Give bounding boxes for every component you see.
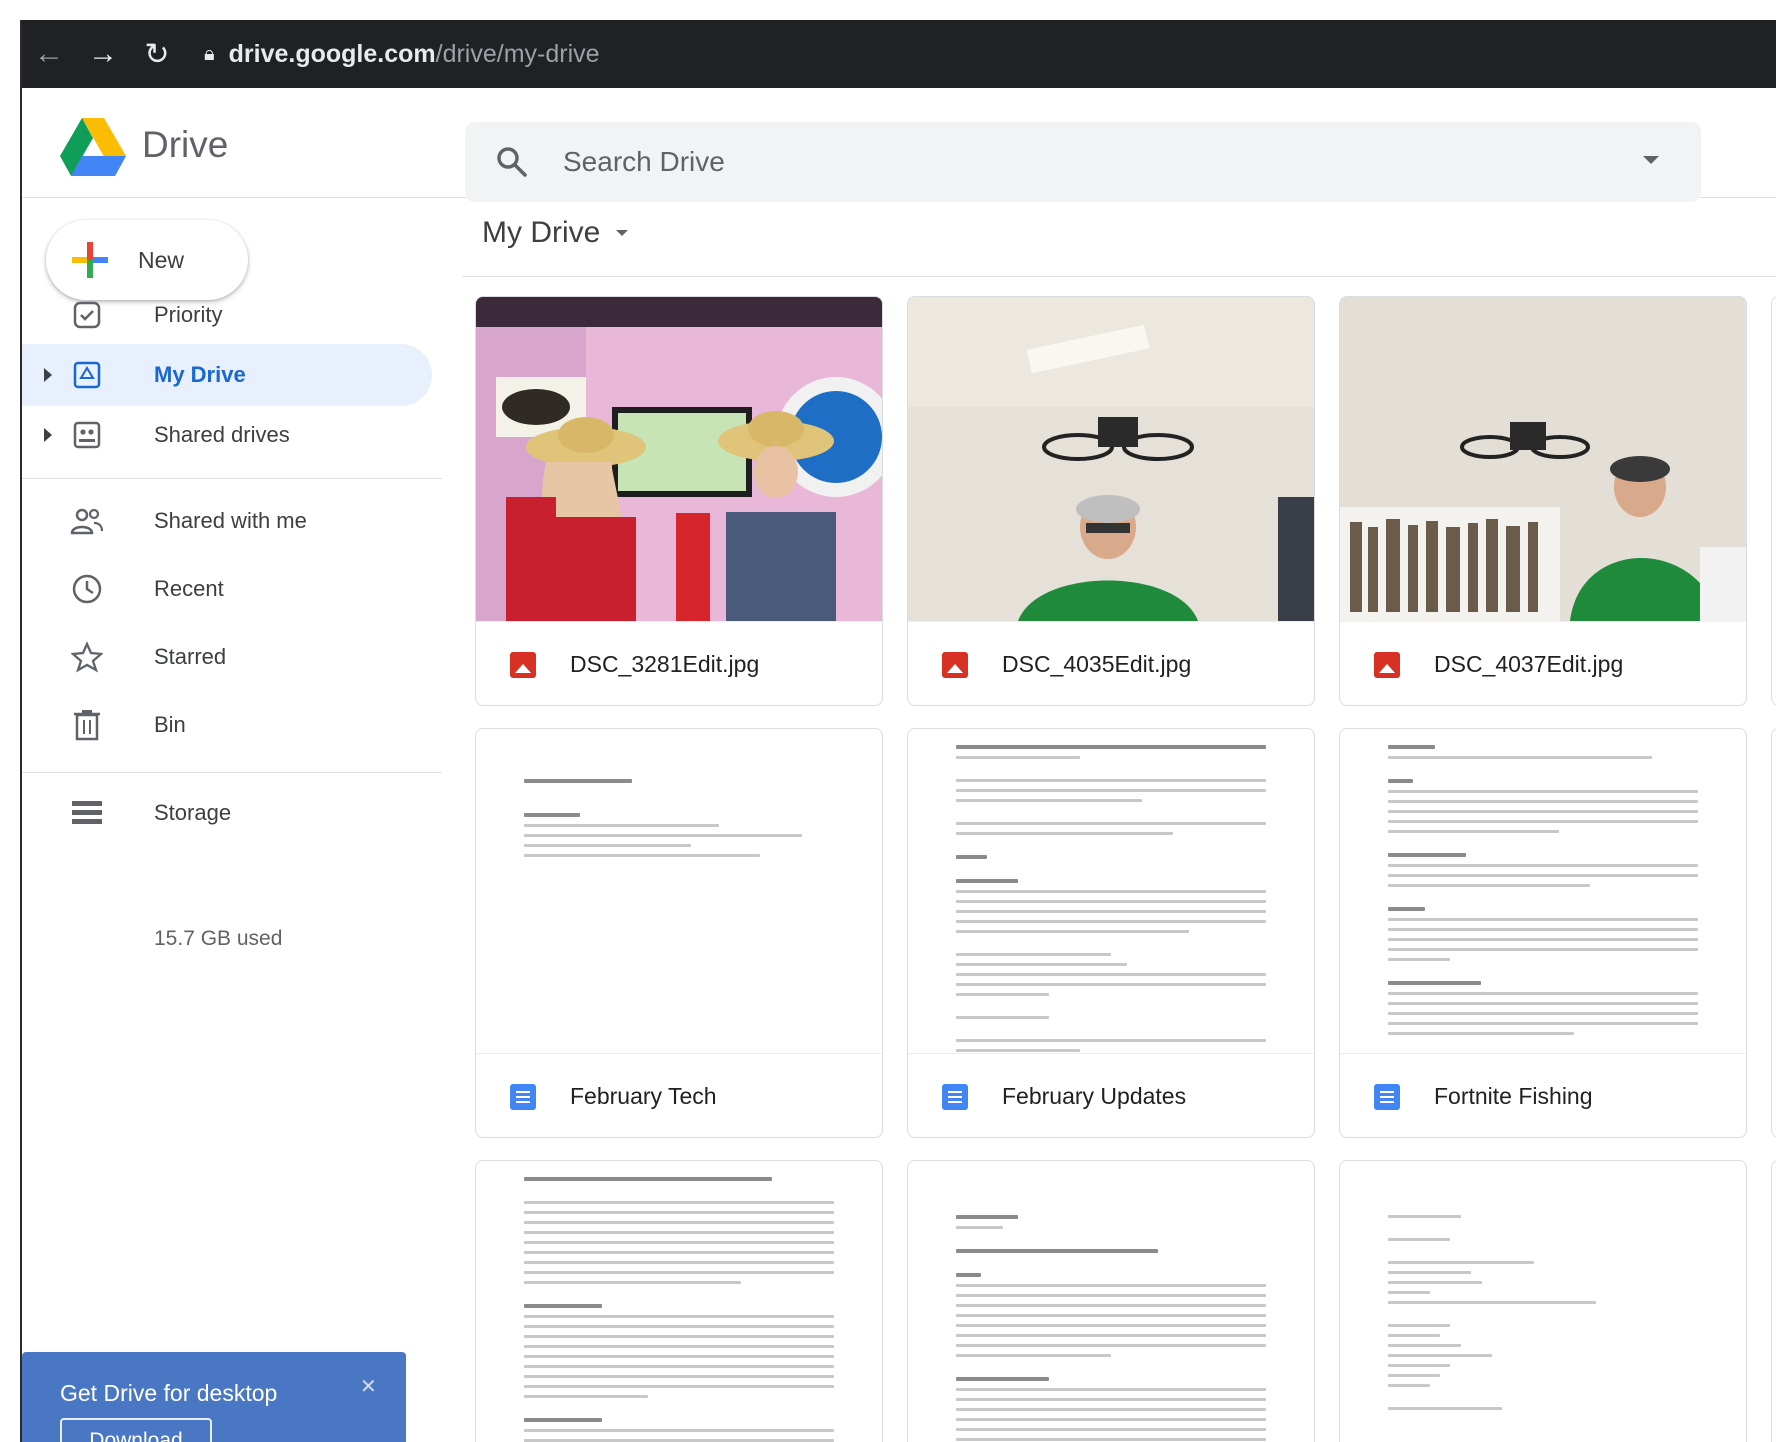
search-icon[interactable] [495,145,529,179]
file-name: Fortnite Fishing [1434,1083,1593,1109]
image-file-icon [942,651,968,678]
file-name: February Tech [570,1083,717,1109]
sidebar-divider [22,478,442,479]
file-name: February Updates [1002,1083,1187,1109]
promo-title: Get Drive for desktop [60,1380,278,1406]
sidebar-item-label: Priority [154,302,223,327]
url-host: drive.google.com [228,39,436,68]
image-file-icon [510,651,536,678]
file-card[interactable]: February Tech [475,728,883,1138]
sidebar-item-shared-drives[interactable]: Shared drives [22,404,432,466]
shared-with-me-icon [70,504,104,538]
sidebar-item-storage[interactable]: Storage [22,782,432,844]
sidebar-item-label: Starred [154,644,227,669]
sidebar-item-priority[interactable]: Priority [22,284,432,346]
expand-arrow-icon[interactable] [44,428,52,442]
file-footer: Fortnite Fishing [1340,1053,1746,1137]
browser-toolbar: ← → ↻ 🔒︎ drive.google.com/drive/my-drive [22,20,1776,88]
sidebar-item-label: Shared with me [154,508,307,533]
sidebar-item-label: Recent [154,576,224,601]
new-button-label: New [138,246,185,273]
file-thumbnail [908,1161,1314,1442]
file-thumbnail [476,1161,882,1442]
forward-icon[interactable]: → [76,20,130,88]
file-thumbnail [908,729,1314,1053]
sidebar-item-my-drive[interactable]: My Drive [22,344,432,406]
doc-file-icon [942,1083,968,1110]
doc-file-icon [1374,1083,1400,1110]
url-path: /drive/my-drive [435,39,600,68]
doc-file-icon [510,1083,536,1110]
file-card[interactable] [907,1160,1315,1442]
file-footer: DSC_4035Edit.jpg [908,621,1314,705]
plus-icon [72,242,108,278]
file-thumbnail [476,729,882,1053]
lock-icon: 🔒︎ [204,42,215,65]
search-options-icon[interactable] [1643,156,1659,164]
close-icon[interactable]: ✕ [360,1374,377,1399]
file-card[interactable]: DSC_3281Edit.jpg [475,296,883,706]
file-card-partial[interactable] [1771,1160,1776,1442]
clock-icon [70,572,104,606]
brand-name: Drive [142,124,229,165]
back-icon[interactable]: ← [22,20,76,88]
chevron-down-icon[interactable] [616,230,629,236]
file-thumbnail [1340,729,1746,1053]
file-card[interactable]: DSC_4035Edit.jpg [907,296,1315,706]
file-footer: February Updates [908,1053,1314,1137]
file-name: DSC_3281Edit.jpg [570,651,760,677]
file-card[interactable] [475,1160,883,1442]
search-input[interactable]: Search Drive [563,146,725,178]
file-card-partial[interactable] [1771,296,1776,706]
priority-icon [70,298,104,332]
file-name: DSC_4037Edit.jpg [1434,651,1624,677]
desktop-promo: Get Drive for desktop ✕ Download [22,1352,406,1442]
file-thumbnail [1340,1161,1746,1442]
file-card[interactable]: DSC_4037Edit.jpg [1339,296,1747,706]
page-title-text: My Drive [482,216,601,249]
file-footer: DSC_3281Edit.jpg [476,621,882,705]
file-footer: DSC_4037Edit.jpg [1340,621,1746,705]
sidebar-item-label: Storage [154,800,232,825]
file-thumbnail [908,297,1314,621]
address-bar[interactable]: 🔒︎ drive.google.com/drive/my-drive [204,40,600,69]
main-divider [462,276,1776,277]
image-file-icon [1374,651,1400,678]
search-bar[interactable]: Search Drive [465,122,1701,202]
page-title[interactable]: My Drive [482,216,629,250]
sidebar-divider [22,772,442,773]
file-footer: February Tech [476,1053,882,1137]
file-card-partial[interactable] [1771,728,1776,1138]
file-card[interactable] [1339,1160,1747,1442]
file-card[interactable]: Fortnite Fishing [1339,728,1747,1138]
bin-icon [70,708,104,742]
browser-window: ← → ↻ 🔒︎ drive.google.com/drive/my-drive… [20,20,1776,1442]
sidebar-item-recent[interactable]: Recent [22,558,432,620]
download-button[interactable]: Download [60,1418,212,1442]
drive-header: Drive Search Drive [22,88,1776,202]
sidebar-item-shared-with-me[interactable]: Shared with me [22,490,432,552]
file-thumbnail [476,297,882,621]
file-thumbnail [1340,297,1746,621]
storage-icon [70,796,104,830]
star-icon [70,640,104,674]
shared-drives-icon [70,418,104,452]
sidebar-item-starred[interactable]: Starred [22,626,432,688]
my-drive-icon [70,358,104,392]
sidebar-item-label: My Drive [154,362,246,387]
reload-icon[interactable]: ↻ [130,20,184,88]
expand-arrow-icon[interactable] [44,368,52,382]
file-name: DSC_4035Edit.jpg [1002,651,1192,677]
storage-used: 15.7 GB used [154,927,283,950]
sidebar-item-label: Bin [154,712,186,737]
drive-logo-icon[interactable] [60,118,126,176]
sidebar-item-bin[interactable]: Bin [22,694,432,756]
file-card[interactable]: February Updates [907,728,1315,1138]
sidebar-item-label: Shared drives [154,422,290,447]
